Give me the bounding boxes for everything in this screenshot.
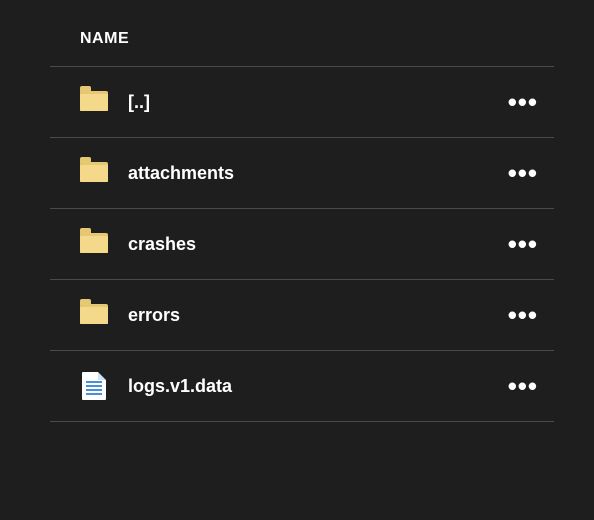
file-list: NAME [..] ••• attachments ••• — [0, 0, 594, 422]
divider — [50, 421, 554, 422]
list-item[interactable]: errors ••• — [50, 280, 554, 350]
list-item[interactable]: logs.v1.data ••• — [50, 351, 554, 421]
more-button[interactable]: ••• — [500, 92, 546, 113]
header-row: NAME — [50, 30, 554, 66]
more-button[interactable]: ••• — [500, 234, 546, 255]
folder-icon — [80, 162, 114, 184]
list-item[interactable]: crashes ••• — [50, 209, 554, 279]
item-name: errors — [128, 305, 500, 326]
list-item[interactable]: attachments ••• — [50, 138, 554, 208]
item-name: attachments — [128, 163, 500, 184]
more-button[interactable]: ••• — [500, 376, 546, 397]
file-icon — [80, 372, 114, 400]
item-name: logs.v1.data — [128, 376, 500, 397]
more-button[interactable]: ••• — [500, 305, 546, 326]
folder-icon — [80, 233, 114, 255]
column-header-name: NAME — [80, 30, 129, 47]
more-button[interactable]: ••• — [500, 163, 546, 184]
folder-icon — [80, 304, 114, 326]
item-name: [..] — [128, 92, 500, 113]
list-item[interactable]: [..] ••• — [50, 67, 554, 137]
item-name: crashes — [128, 234, 500, 255]
folder-icon — [80, 91, 114, 113]
